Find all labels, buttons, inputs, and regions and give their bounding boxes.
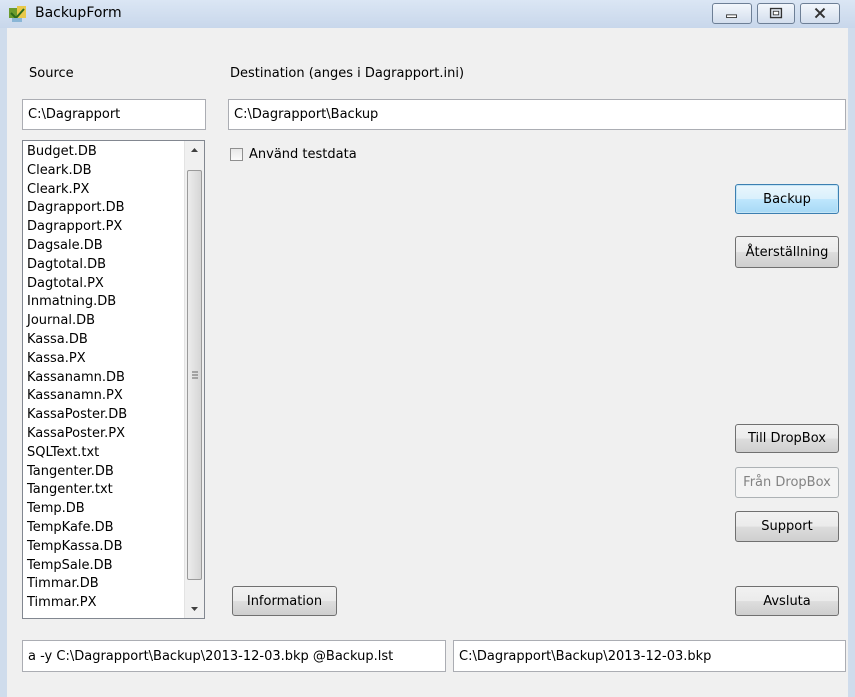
maximize-icon [769, 7, 783, 19]
close-icon [814, 7, 826, 19]
support-button[interactable]: Support [735, 511, 839, 542]
backup-button[interactable]: Backup [735, 184, 839, 214]
list-item[interactable]: Kassanamn.DB [27, 369, 127, 388]
minimize-icon [726, 14, 737, 19]
list-item[interactable]: Kassa.PX [27, 350, 127, 369]
list-item[interactable]: Cleark.DB [27, 162, 127, 181]
list-item[interactable]: KassaPoster.DB [27, 406, 127, 425]
scroll-grip-icon [192, 371, 198, 379]
list-item[interactable]: Budget.DB [27, 143, 127, 162]
window-title: BackupForm [35, 5, 122, 21]
list-item[interactable]: TempKassa.DB [27, 538, 127, 557]
restore-button[interactable]: Återställning [735, 236, 839, 268]
list-item[interactable]: Dagtotal.DB [27, 256, 127, 275]
use-testdata-checkbox-wrap[interactable]: Använd testdata [230, 145, 357, 163]
backup-file-input[interactable]: C:\Dagrapport\Backup\2013-12-03.bkp [453, 640, 846, 672]
list-item[interactable]: Dagtotal.PX [27, 275, 127, 294]
list-item[interactable]: Kassanamn.PX [27, 387, 127, 406]
command-line-input[interactable]: a -y C:\Dagrapport\Backup\2013-12-03.bkp… [22, 640, 446, 672]
source-path-input[interactable]: C:\Dagrapport [22, 99, 206, 130]
list-item[interactable]: TempKafe.DB [27, 519, 127, 538]
list-item[interactable]: Dagrapport.DB [27, 199, 127, 218]
list-scrollbar[interactable] [184, 141, 204, 618]
scroll-down-button[interactable] [185, 601, 204, 618]
file-listbox[interactable]: Budget.DB Cleark.DB Cleark.PX Dagrapport.DB… [22, 140, 205, 619]
use-testdata-label: Använd testdata [249, 146, 357, 162]
list-item[interactable]: Tangenter.DB [27, 463, 127, 482]
list-item[interactable]: SQLText.txt [27, 444, 127, 463]
list-item[interactable]: Timmar.PX [27, 594, 127, 613]
chevron-up-icon [191, 148, 198, 152]
information-button[interactable]: Information [232, 586, 337, 616]
scroll-thumb[interactable] [187, 170, 202, 580]
destination-label: Destination (anges i Dagrapport.ini) [230, 66, 465, 81]
list-item[interactable]: Timmar.DB [27, 575, 127, 594]
backup-app-icon [8, 5, 28, 23]
chevron-down-icon [191, 607, 198, 611]
to-dropbox-button[interactable]: Till DropBox [735, 424, 839, 453]
list-item[interactable]: Kassa.DB [27, 331, 127, 350]
list-item[interactable]: Tangenter.txt [27, 481, 127, 500]
list-item[interactable]: Dagsale.DB [27, 237, 127, 256]
title-bar[interactable]: BackupForm [0, 0, 855, 28]
close-button[interactable] [800, 3, 840, 24]
list-item[interactable]: Dagrapport.PX [27, 218, 127, 237]
list-item[interactable]: TempSale.DB [27, 557, 127, 576]
source-label: Source [29, 66, 74, 81]
scroll-up-button[interactable] [185, 141, 204, 158]
destination-path-input[interactable]: C:\Dagrapport\Backup [228, 99, 846, 130]
list-item[interactable]: Journal.DB [27, 312, 127, 331]
list-item[interactable]: KassaPoster.PX [27, 425, 127, 444]
list-item[interactable]: Cleark.PX [27, 181, 127, 200]
list-item[interactable]: Inmatning.DB [27, 293, 127, 312]
minimize-button[interactable] [712, 3, 752, 24]
from-dropbox-button[interactable]: Från DropBox [735, 467, 839, 498]
use-testdata-checkbox[interactable] [230, 147, 243, 161]
file-list-items: Budget.DB Cleark.DB Cleark.PX Dagrapport.DB… [27, 143, 127, 613]
list-item[interactable]: Temp.DB [27, 500, 127, 519]
exit-button[interactable]: Avsluta [735, 586, 839, 616]
maximize-button[interactable] [757, 3, 795, 24]
